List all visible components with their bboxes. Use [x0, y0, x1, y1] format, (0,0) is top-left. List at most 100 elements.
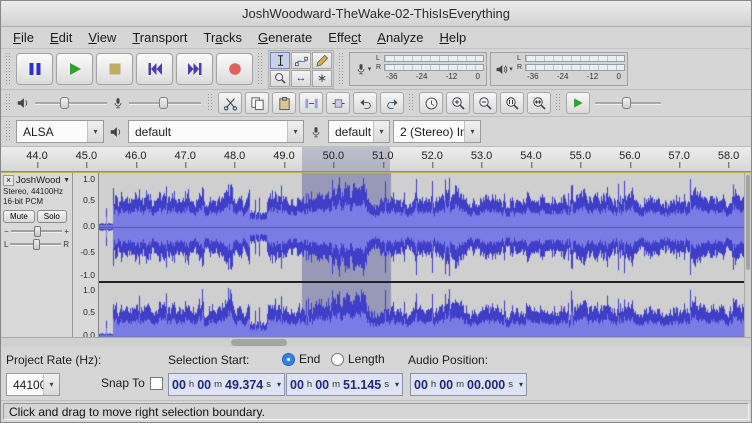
- mute-button[interactable]: Mute: [3, 210, 35, 223]
- skip-to-end-button[interactable]: [176, 53, 213, 85]
- selection-end-field[interactable]: 00h00m51.145s▾: [286, 373, 403, 396]
- fit-selection-button[interactable]: [500, 92, 524, 114]
- snap-to-checkbox[interactable]: [150, 377, 163, 390]
- vertical-scrollbar-thumb[interactable]: [746, 175, 750, 270]
- vertical-scale-label: -0.5: [80, 247, 95, 257]
- meter-scale-label: -24: [557, 72, 569, 81]
- title-bar[interactable]: JoshWoodward-TheWake-02-ThisIsEverything: [1, 1, 751, 27]
- toolbar-grip[interactable]: [339, 53, 344, 85]
- pan-slider[interactable]: L R: [4, 240, 69, 249]
- menu-item[interactable]: View: [80, 28, 124, 47]
- gain-plus-label: +: [64, 227, 69, 236]
- toolbar-grip[interactable]: [258, 53, 263, 85]
- end-radio[interactable]: [282, 353, 295, 366]
- selection-start-field[interactable]: 00h00m49.374s▾: [168, 373, 285, 396]
- track-close-button[interactable]: ×: [3, 175, 14, 186]
- vertical-scale-label: 0.5: [83, 195, 95, 205]
- play-at-speed-button[interactable]: [566, 92, 590, 114]
- menu-item[interactable]: Transport: [124, 28, 195, 47]
- horizontal-scrollbar-thumb[interactable]: [231, 339, 287, 346]
- length-radio[interactable]: [331, 353, 344, 366]
- vertical-scrollbar[interactable]: [744, 173, 751, 337]
- envelope-tool-button[interactable]: [291, 52, 311, 69]
- selection-tool-button[interactable]: [270, 52, 290, 69]
- cut-button[interactable]: [218, 92, 242, 114]
- recording-device-select[interactable]: default▾: [328, 120, 390, 143]
- zoom-tool-button[interactable]: [270, 70, 290, 87]
- play-button[interactable]: [56, 53, 93, 85]
- draw-tool-button[interactable]: [312, 52, 332, 69]
- timeline-ruler[interactable]: 44.045.046.047.048.049.050.051.052.053.0…: [1, 147, 751, 172]
- meter-dropdown-icon[interactable]: ▾: [509, 65, 513, 73]
- horizontal-scrollbar[interactable]: [1, 337, 751, 347]
- project-rate-select[interactable]: 44100▾: [6, 373, 60, 396]
- playback-device-select[interactable]: default▾: [128, 120, 304, 143]
- menu-item[interactable]: File: [5, 28, 42, 47]
- menu-item[interactable]: Tracks: [196, 28, 251, 47]
- waveform-display[interactable]: [99, 173, 744, 337]
- solo-button[interactable]: Solo: [37, 210, 67, 223]
- toolbar-grip[interactable]: [409, 94, 414, 112]
- skip-to-start-button[interactable]: [136, 53, 173, 85]
- track-menu-button[interactable]: ▼: [63, 177, 70, 184]
- pan-right-label: R: [63, 240, 69, 249]
- playback-meter[interactable]: ▾ L R -36-24-120: [490, 52, 628, 86]
- audio-host-select[interactable]: ALSA▾: [16, 120, 104, 143]
- waveform-channel-right[interactable]: [99, 283, 744, 337]
- fit-project-button[interactable]: [527, 92, 551, 114]
- menu-item[interactable]: Effect: [320, 28, 369, 47]
- redo-button[interactable]: [380, 92, 404, 114]
- menu-item[interactable]: Edit: [42, 28, 80, 47]
- stop-button[interactable]: [96, 53, 133, 85]
- playback-speed-slider[interactable]: [593, 95, 663, 111]
- timeshift-tool-button[interactable]: ↔: [291, 70, 311, 87]
- menu-item[interactable]: Generate: [250, 28, 320, 47]
- zoom-out-button[interactable]: [473, 92, 497, 114]
- playback-device-icon: [109, 125, 123, 139]
- recording-meter[interactable]: ▾ L R -36-24-120: [349, 52, 487, 86]
- tools-toolbar: ↔ ∗: [268, 50, 334, 89]
- timeline-label: 55.0: [570, 150, 591, 162]
- zoom-in-button[interactable]: [446, 92, 470, 114]
- meter-scale-label: -24: [416, 72, 428, 81]
- menu-item[interactable]: Analyze: [369, 28, 431, 47]
- end-radio-group[interactable]: End: [282, 352, 320, 366]
- toolbar-grip[interactable]: [6, 121, 11, 142]
- track-name[interactable]: JoshWoodwa: [16, 175, 61, 186]
- copy-button[interactable]: [245, 92, 269, 114]
- input-volume-slider[interactable]: [127, 95, 203, 111]
- menu-item[interactable]: Help: [432, 28, 475, 47]
- silence-audio-button[interactable]: [326, 92, 350, 114]
- zoom-selection-icon: [505, 96, 520, 111]
- length-radio-group[interactable]: Length: [331, 352, 385, 366]
- gain-minus-label: −: [4, 227, 9, 236]
- multi-tool-button[interactable]: ∗: [312, 70, 332, 87]
- undo-button[interactable]: [353, 92, 377, 114]
- pause-button[interactable]: [16, 53, 53, 85]
- record-button[interactable]: [216, 53, 253, 85]
- vertical-scale-label: 0.5: [83, 307, 95, 317]
- sync-lock-button[interactable]: [419, 92, 443, 114]
- speaker-icon: [495, 63, 508, 76]
- gain-slider-thumb[interactable]: [34, 226, 41, 237]
- meter-scale-label: -12: [446, 72, 458, 81]
- toolbar-grip[interactable]: [6, 53, 11, 85]
- magnifier-icon: [274, 72, 287, 85]
- trim-audio-button[interactable]: [299, 92, 323, 114]
- toolbar-grip[interactable]: [6, 94, 11, 112]
- recording-channels-select[interactable]: 2 (Stereo) In▾: [393, 120, 481, 143]
- toolbar-grip[interactable]: [556, 94, 561, 112]
- toolbar-grip[interactable]: [208, 94, 213, 112]
- meter-dropdown-icon[interactable]: ▾: [368, 65, 372, 73]
- paste-button[interactable]: [272, 92, 296, 114]
- timeline-label: 56.0: [619, 150, 640, 162]
- waveform-channel-left[interactable]: [99, 173, 744, 281]
- gain-slider[interactable]: − +: [4, 227, 69, 236]
- recording-meter-left-bar: [384, 55, 484, 62]
- pan-slider-thumb[interactable]: [33, 239, 40, 250]
- output-volume-slider[interactable]: [33, 95, 109, 111]
- redo-icon: [385, 96, 400, 111]
- audio-position-field[interactable]: 00h00m00.000s▾: [410, 373, 527, 396]
- chevron-down-icon: ▾: [277, 380, 281, 389]
- vertical-scale-ruler[interactable]: 1.0 0.5 0.0 -0.5 -1.0 1.0 0.5 0.0: [73, 173, 99, 337]
